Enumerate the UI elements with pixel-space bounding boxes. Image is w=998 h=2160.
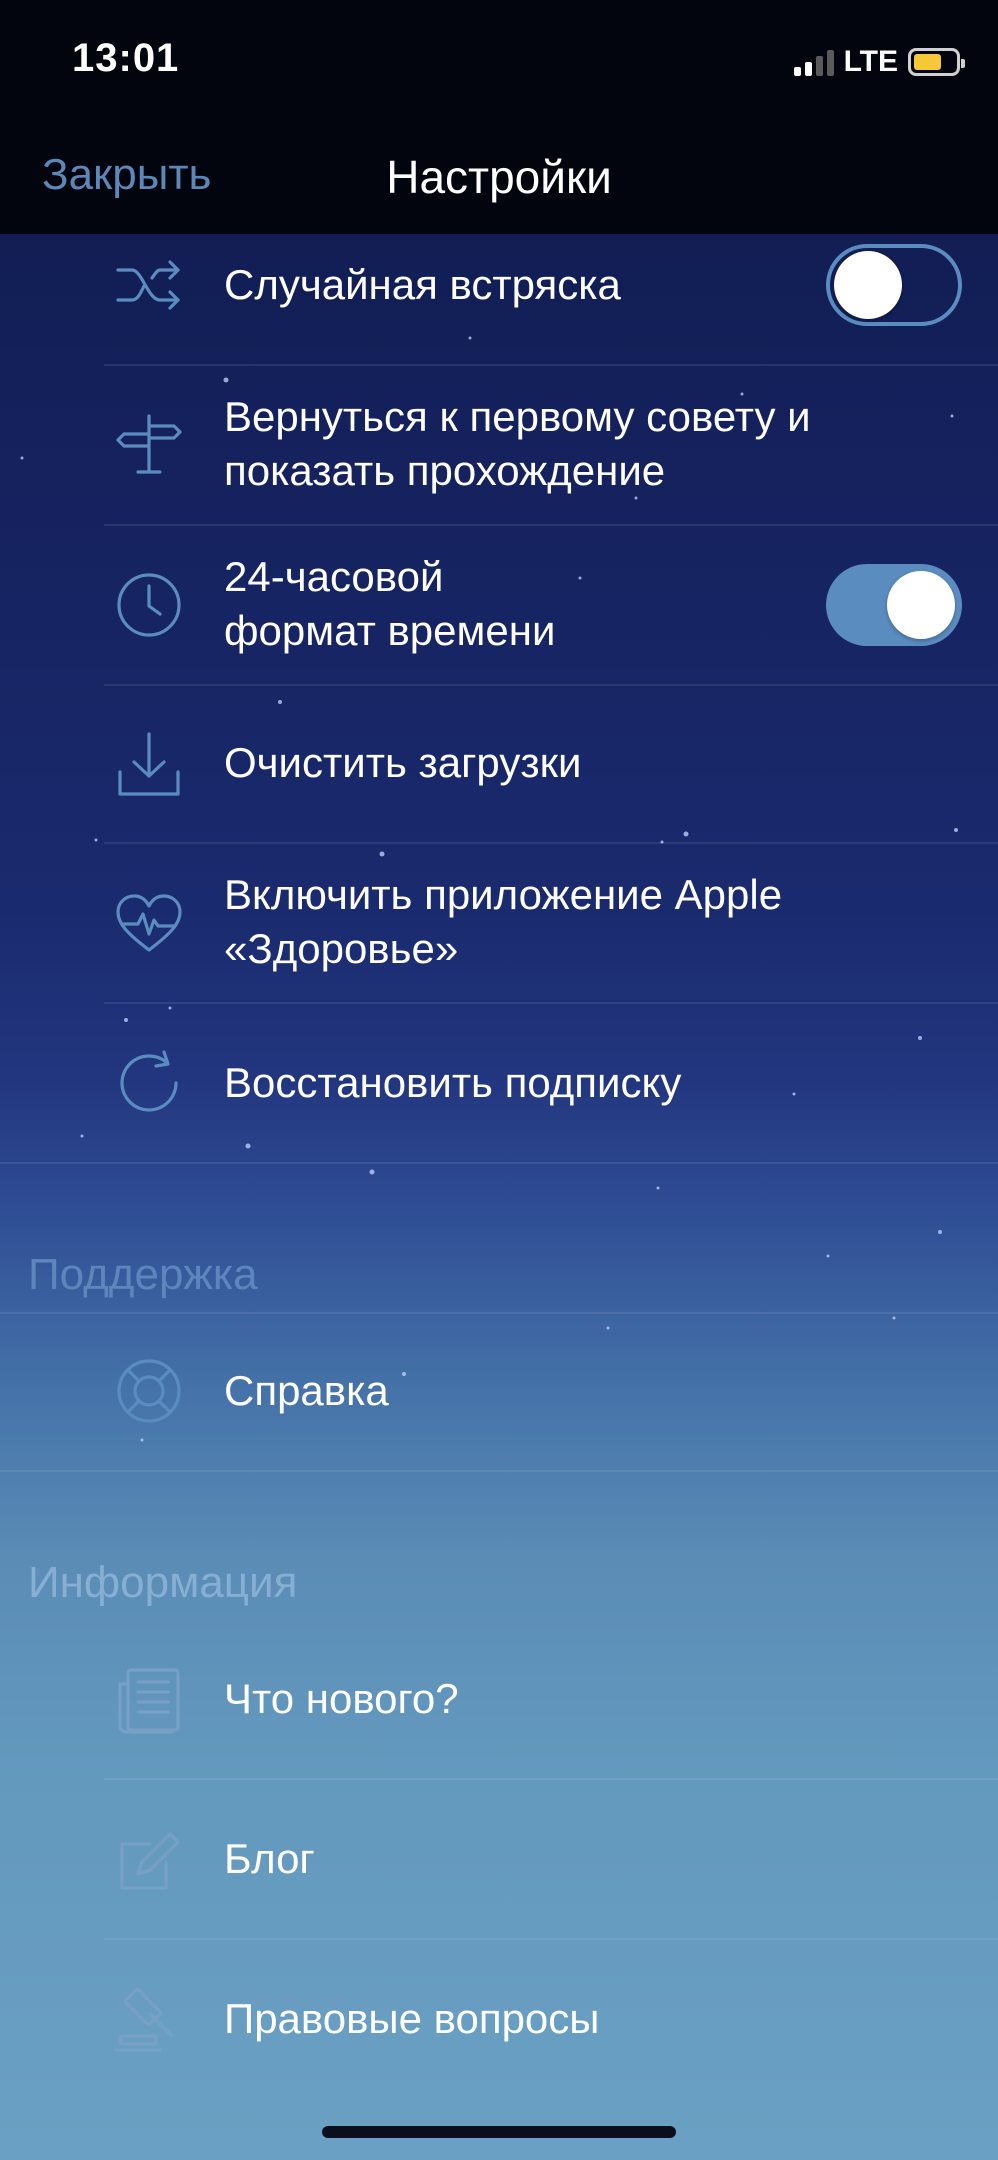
info-item-label: Правовые вопросы <box>224 1995 600 2042</box>
signal-strength-icon <box>793 48 834 76</box>
home-indicator[interactable] <box>322 2126 676 2138</box>
status-indicators: LTE <box>793 44 965 80</box>
setting-label: Восстановить подписку <box>224 1059 682 1106</box>
section-header-information: Информация <box>28 1558 298 1607</box>
setting-apple-health[interactable]: Включить приложение Apple «Здоровье» <box>0 844 998 1002</box>
divider <box>0 1162 998 1164</box>
info-item-whats-new[interactable]: Что нового? <box>0 1620 998 1778</box>
section-header-support: Поддержка <box>28 1250 258 1299</box>
download-icon <box>114 730 184 800</box>
info-item-label: Что нового? <box>224 1675 459 1722</box>
setting-restore-subscription[interactable]: Восстановить подписку <box>0 1004 998 1162</box>
restore-icon <box>114 1048 184 1118</box>
clock-icon <box>114 570 184 640</box>
signpost-icon <box>114 410 184 480</box>
heart-pulse-icon <box>114 888 184 958</box>
setting-label-line1: Вернуться к первому совету и <box>224 393 811 440</box>
setting-label-line1: Включить приложение Apple <box>224 871 783 918</box>
setting-random-shake[interactable]: Случайная встряска <box>0 234 998 364</box>
status-bar: 13:01 LTE <box>0 0 998 120</box>
gavel-icon <box>114 1986 184 2056</box>
setting-clear-downloads[interactable]: Очистить загрузки <box>0 686 998 842</box>
toggle-knob <box>887 571 955 639</box>
network-type: LTE <box>843 45 898 78</box>
random-shake-toggle[interactable] <box>826 244 962 326</box>
battery-icon <box>908 48 965 76</box>
newspaper-icon <box>114 1666 184 1736</box>
battery-level <box>914 54 942 70</box>
toggle-knob <box>834 251 902 319</box>
support-item-label: Справка <box>224 1367 389 1414</box>
support-item-help[interactable]: Справка <box>0 1314 998 1470</box>
page-title: Настройки <box>386 151 612 203</box>
info-item-legal[interactable]: Правовые вопросы <box>0 1940 998 2098</box>
lifebuoy-icon <box>114 1356 184 1426</box>
setting-label: Случайная встряска <box>224 261 621 308</box>
setting-24h-time[interactable]: 24-часовой формат времени <box>0 526 998 684</box>
info-item-blog[interactable]: Блог <box>0 1780 998 1938</box>
shuffle-icon <box>114 250 184 320</box>
setting-restart-tips[interactable]: Вернуться к первому совету и показать пр… <box>0 366 998 524</box>
setting-label-line1: 24-часовой <box>224 553 444 600</box>
time-format-toggle[interactable] <box>826 564 962 646</box>
navigation-bar: Закрыть Настройки <box>0 120 998 234</box>
info-item-label: Блог <box>224 1835 315 1882</box>
edit-icon <box>114 1826 184 1896</box>
divider <box>0 1470 998 1472</box>
setting-label-line2: «Здоровье» <box>224 925 459 972</box>
status-time: 13:01 <box>72 36 180 80</box>
setting-label-line2: формат времени <box>224 607 556 654</box>
setting-label-line2: показать прохождение <box>224 447 666 494</box>
setting-label: Очистить загрузки <box>224 739 582 786</box>
